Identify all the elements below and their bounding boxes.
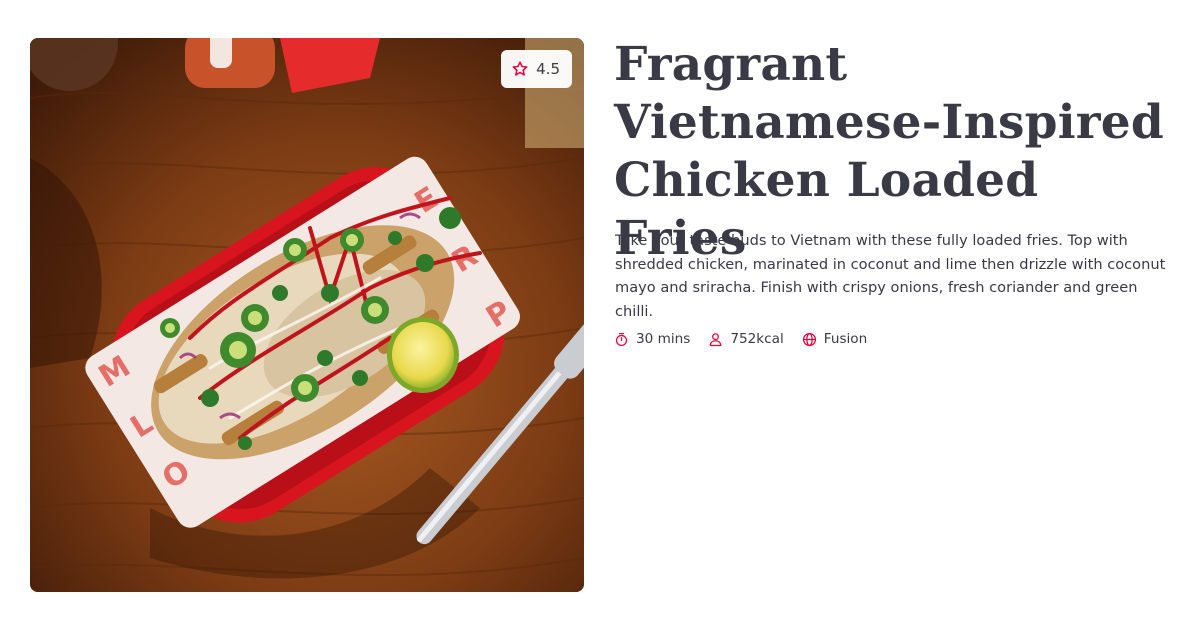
meta-calories-label: 752kcal xyxy=(730,331,784,347)
meta-cuisine-label: Fusion xyxy=(823,331,868,347)
meta-time-label: 30 mins xyxy=(636,331,691,347)
person-icon xyxy=(709,332,722,346)
stopwatch-icon xyxy=(615,332,628,346)
rating-badge: 4.5 xyxy=(501,50,572,88)
recipe-meta: 30 mins 752kcal Fusion xyxy=(614,331,867,347)
rating-value: 4.5 xyxy=(536,60,560,78)
food-photo-illustration: M L O E R P xyxy=(30,38,584,592)
globe-icon xyxy=(802,332,816,346)
star-icon xyxy=(512,61,528,76)
meta-calories: 752kcal xyxy=(708,331,784,347)
meta-cuisine: Fusion xyxy=(802,331,867,347)
recipe-hero-image: M L O E R P 4.5 xyxy=(30,38,584,592)
meta-time: 30 mins xyxy=(614,331,690,347)
recipe-description: Take your taste buds to Vietnam with the… xyxy=(615,232,1166,320)
